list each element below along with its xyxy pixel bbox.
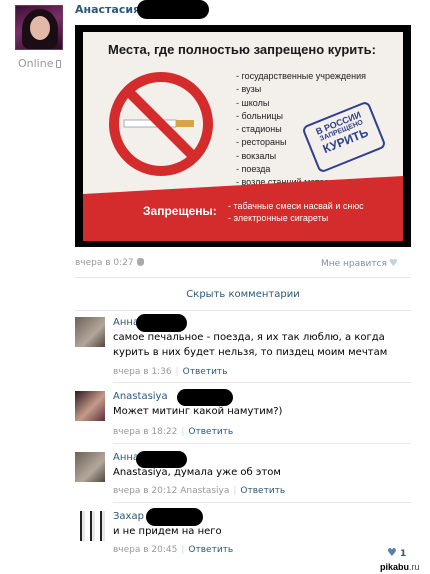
divider <box>75 310 411 311</box>
comment: Анна самое печальное - поезда, я их так … <box>75 317 411 377</box>
comment: Anastasiya Может митинг какой намутим?) … <box>75 391 411 441</box>
author-name-link[interactable]: Анастасия <box>75 3 140 16</box>
comment-meta: вчера в 1:36 | Ответить <box>113 367 227 377</box>
heart-icon: ♥ <box>387 546 397 559</box>
reply-link[interactable]: Ответить <box>188 427 233 437</box>
avatar-face <box>30 16 50 40</box>
comment-like-button[interactable]: ♥ 1 <box>387 546 406 559</box>
redacted-surname <box>146 508 203 526</box>
comment: Анна Anastasiya, думала уже об этом вчер… <box>75 452 411 502</box>
online-status: Online <box>18 57 62 70</box>
watermark-brand: pikabu <box>380 562 410 572</box>
band-wedge <box>83 176 403 194</box>
meta-separator: | <box>175 367 179 377</box>
pikabu-watermark: pikabu.ru <box>380 562 420 572</box>
divider <box>113 443 411 444</box>
divider <box>113 382 411 383</box>
banned-item: табачные смеси насвай и снюс <box>228 200 364 212</box>
comment-meta: вчера в 20:45 | Ответить <box>113 545 233 555</box>
post-time-text: вчера в 0:27 <box>75 258 134 268</box>
meta-separator: | <box>233 486 237 496</box>
mobile-phone-icon <box>56 60 62 68</box>
comment-author-link[interactable]: Захар <box>113 511 144 522</box>
comment-meta: вчера в 18:22 | Ответить <box>113 427 233 437</box>
place-item: поезда <box>236 163 366 176</box>
comment-meta: вчера в 20:12 Anastasiya | Ответить <box>113 486 285 496</box>
comment-time[interactable]: вчера в 20:45 <box>113 545 177 555</box>
redacted-surname <box>137 0 209 19</box>
online-label: Online <box>18 57 54 70</box>
place-item: вузы <box>236 83 366 96</box>
like-label: Мне нравится <box>321 259 387 269</box>
reply-link[interactable]: Ответить <box>240 486 285 496</box>
reply-link[interactable]: Ответить <box>183 367 228 377</box>
banned-list: табачные смеси насвай и снюс электронные… <box>228 200 364 224</box>
post-time[interactable]: вчера в 0:27 <box>75 258 144 268</box>
banned-item: электронные сигареты <box>228 212 364 224</box>
comment-time[interactable]: вчера в 18:22 <box>113 427 177 437</box>
comment: Захар и не придем на него вчера в 20:45 |… <box>75 511 411 561</box>
divider <box>113 502 411 503</box>
comment-text: самое печальное - поезда, я их так люблю… <box>113 332 388 358</box>
comment-text: Может митинг какой намутим?) <box>113 406 283 417</box>
divider <box>75 277 411 278</box>
post-image[interactable]: Места, где полностью запрещено курить: г… <box>75 25 411 247</box>
no-smoking-icon <box>109 72 213 176</box>
heart-icon: ♥ <box>388 258 398 269</box>
redacted-surname <box>177 389 233 406</box>
comment-avatar[interactable] <box>75 391 105 421</box>
watermark-domain: .ru <box>409 562 420 572</box>
hide-comments-link[interactable]: Скрыть комментарии <box>75 289 411 300</box>
like-button[interactable]: Мне нравится ♥ <box>321 258 398 269</box>
comment-avatar[interactable] <box>75 317 105 347</box>
poster-title: Места, где полностью запрещено курить: <box>108 42 376 57</box>
comment-avatar[interactable] <box>75 452 105 482</box>
poster: Места, где полностью запрещено курить: г… <box>83 32 403 241</box>
comment-author-link[interactable]: Anastasiya <box>113 391 168 402</box>
reply-to-mention[interactable]: Anastasiya <box>180 486 229 496</box>
meta-separator: | <box>181 545 185 555</box>
comment-text: и не придем на него <box>113 526 222 537</box>
author-avatar[interactable] <box>15 5 63 50</box>
redacted-surname <box>136 314 187 332</box>
comment-like-count: 1 <box>400 549 407 559</box>
apple-icon <box>136 258 144 266</box>
comment-avatar[interactable] <box>75 511 105 541</box>
comment-time[interactable]: вчера в 1:36 <box>113 367 172 377</box>
comment-time[interactable]: вчера в 20:12 <box>113 486 177 496</box>
meta-separator: | <box>181 427 185 437</box>
banned-band: Запрещены: табачные смеси насвай и снюс … <box>83 176 403 241</box>
banned-label: Запрещены: <box>143 204 217 218</box>
place-item: государственные учреждения <box>236 70 367 83</box>
reply-link[interactable]: Ответить <box>188 545 233 555</box>
redacted-surname <box>136 451 187 468</box>
comment-text: Anastasiya, думала уже об этом <box>113 467 281 478</box>
